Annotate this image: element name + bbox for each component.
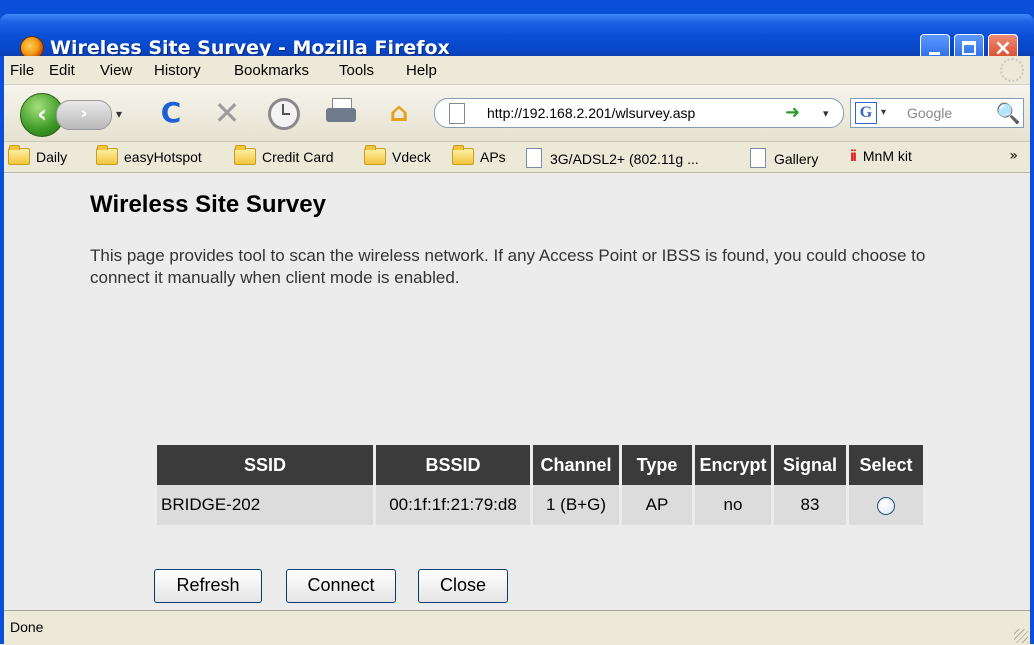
search-input[interactable]: Google	[907, 105, 952, 121]
menu-bar: File Edit View History Bookmarks Tools H…	[4, 56, 1030, 85]
maximize-icon	[962, 41, 976, 55]
throbber-icon	[1000, 58, 1024, 82]
page-title: Wireless Site Survey	[90, 191, 326, 218]
search-bar[interactable]: G ▾ Google 🔍	[850, 98, 1024, 128]
page-icon	[526, 148, 542, 168]
page-icon	[750, 148, 766, 168]
bookmark-credit-card[interactable]: Credit Card	[234, 145, 334, 165]
minimize-icon	[929, 52, 940, 55]
refresh-button[interactable]: Refresh	[154, 569, 262, 603]
column-header-ssid: SSID	[157, 445, 373, 485]
bookmark-vdeck[interactable]: Vdeck	[364, 145, 431, 165]
cell-channel: 1 (B+G)	[533, 485, 619, 525]
column-header-signal: Signal	[774, 445, 846, 485]
bookmarks-toolbar: Daily easyHotspot Credit Card Vdeck APs …	[4, 142, 1030, 173]
menu-history[interactable]: History	[154, 62, 201, 79]
title-bar[interactable]: Wireless Site Survey - Mozilla Firefox ×	[0, 14, 1034, 64]
column-header-bssid: BSSID	[376, 445, 530, 485]
menu-bookmarks[interactable]: Bookmarks	[234, 62, 309, 79]
page-icon	[449, 103, 465, 124]
browser-client-area: File Edit View History Bookmarks Tools H…	[4, 56, 1030, 645]
folder-icon	[96, 145, 118, 165]
navigation-toolbar: ‹ › ▾ C ✕ ⌂ http://192.168.2.201/wlsurve…	[4, 85, 1030, 142]
column-header-channel: Channel	[533, 445, 619, 485]
url-bar[interactable]: http://192.168.2.201/wlsurvey.asp ➜ ▾	[434, 98, 844, 128]
column-header-select: Select	[849, 445, 923, 485]
history-clock-icon[interactable]	[266, 96, 300, 130]
column-header-type: Type	[622, 445, 692, 485]
bookmark-gallery[interactable]: Gallery	[750, 148, 818, 168]
connect-button[interactable]: Connect	[286, 569, 396, 603]
resize-grip-icon[interactable]	[1014, 629, 1028, 643]
bookmark-aps[interactable]: APs	[452, 145, 506, 165]
search-icon[interactable]: 🔍	[995, 100, 1021, 126]
forward-button[interactable]: ›	[56, 100, 112, 130]
print-icon[interactable]	[324, 96, 358, 130]
stop-icon[interactable]: ✕	[210, 96, 244, 130]
folder-icon	[364, 145, 386, 165]
go-arrow-icon[interactable]: ➜	[785, 102, 800, 123]
menu-help[interactable]: Help	[406, 62, 437, 79]
home-icon[interactable]: ⌂	[382, 96, 416, 130]
folder-icon	[452, 145, 474, 165]
page-description: This page provides tool to scan the wire…	[90, 246, 926, 287]
bookmark-daily[interactable]: Daily	[8, 145, 67, 165]
history-dropdown-icon[interactable]: ▾	[116, 107, 122, 121]
column-header-encrypt: Encrypt	[695, 445, 771, 485]
cell-bssid: 00:1f:1f:21:79:d8	[376, 485, 530, 525]
select-radio[interactable]	[877, 496, 895, 515]
cell-type: AP	[622, 485, 692, 525]
bookmarks-overflow-chevron-icon[interactable]: »	[1009, 148, 1018, 164]
status-text: Done	[10, 619, 44, 635]
url-dropdown-icon[interactable]: ▾	[823, 107, 829, 120]
bookmark-easyhotspot[interactable]: easyHotspot	[96, 145, 202, 165]
google-engine-icon[interactable]: G	[855, 102, 877, 124]
site-survey-table: SSID BSSID Channel Type Encrypt Signal S…	[154, 445, 926, 525]
reload-icon[interactable]: C	[154, 96, 188, 130]
url-input[interactable]: http://192.168.2.201/wlsurvey.asp	[487, 105, 695, 121]
engine-dropdown-icon[interactable]: ▾	[881, 107, 886, 118]
cell-encrypt: no	[695, 485, 771, 525]
cell-signal: 83	[774, 485, 846, 525]
table-row: BRIDGE-202 00:1f:1f:21:79:d8 1 (B+G) AP …	[157, 485, 923, 525]
menu-edit[interactable]: Edit	[49, 62, 75, 79]
bookmark-mnm-kit[interactable]: ii MnM kit	[850, 148, 912, 166]
bookmark-3g-adsl2[interactable]: 3G/ADSL2+ (802.11g ...	[526, 148, 699, 168]
menu-view[interactable]: View	[100, 62, 132, 79]
status-bar: Done	[4, 610, 1030, 645]
page-content: Wireless Site Survey This page provides …	[4, 173, 1030, 610]
folder-icon	[234, 145, 256, 165]
browser-window: Wireless Site Survey - Mozilla Firefox ×…	[0, 0, 1034, 645]
cell-select	[849, 485, 923, 525]
app-icon: ii	[850, 148, 857, 165]
folder-icon	[8, 145, 30, 165]
close-button[interactable]: Close	[418, 569, 508, 603]
menu-file[interactable]: File	[10, 62, 34, 79]
cell-ssid: BRIDGE-202	[157, 485, 373, 525]
menu-tools[interactable]: Tools	[339, 62, 374, 79]
